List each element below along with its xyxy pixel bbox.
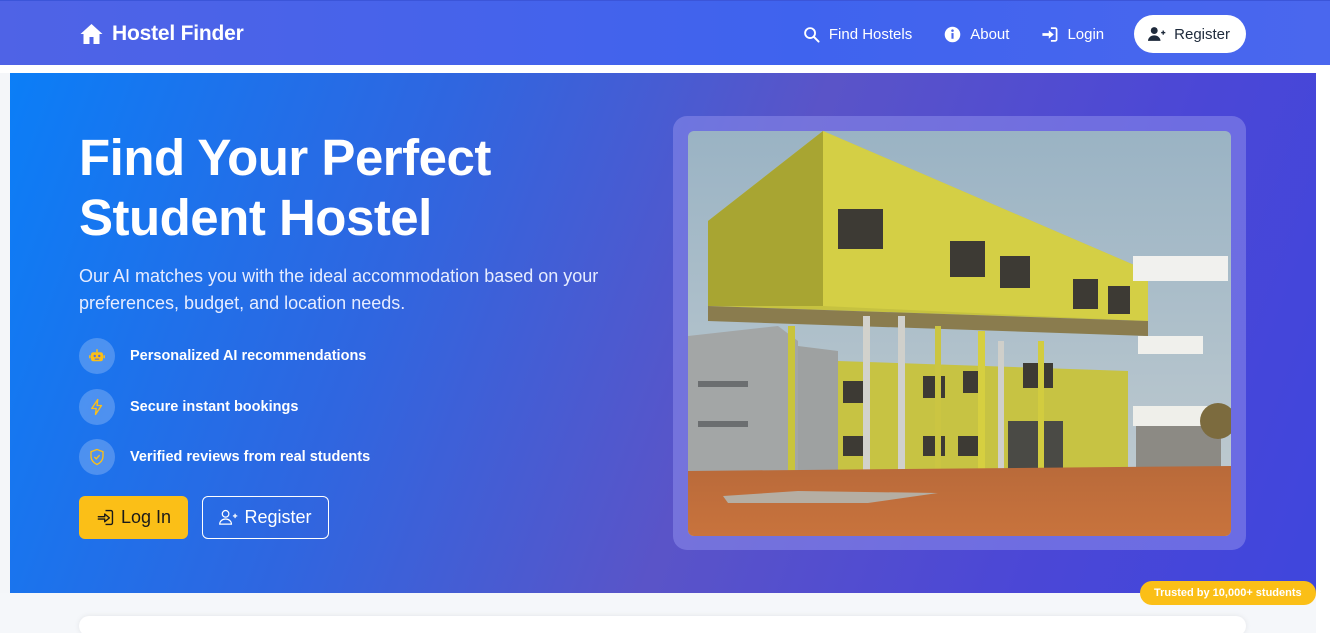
search-card bbox=[79, 616, 1246, 633]
user-plus-icon bbox=[219, 509, 238, 525]
login-button-label: Log In bbox=[120, 507, 172, 527]
nav-login-label: Login bbox=[1067, 25, 1105, 43]
feature-item: Verified reviews from real students bbox=[79, 439, 370, 475]
nav-find-hostels-label: Find Hostels bbox=[828, 25, 913, 43]
feature-label: Personalized AI recommendations bbox=[130, 348, 367, 364]
feature-label: Secure instant bookings bbox=[130, 398, 299, 415]
nav-register-label: Register bbox=[1174, 25, 1230, 43]
hero-image-card bbox=[673, 116, 1246, 550]
scrollbar[interactable] bbox=[1316, 73, 1330, 633]
navbar: Hostel Finder Find Hostels About Login R… bbox=[0, 0, 1330, 65]
feature-item: Personalized AI recommendations bbox=[79, 338, 370, 374]
hero-subtitle: Our AI matches you with the ideal accomm… bbox=[79, 266, 599, 313]
sign-in-icon bbox=[97, 509, 114, 526]
search-icon bbox=[804, 26, 820, 43]
nav-login[interactable]: Login bbox=[1041, 26, 1104, 43]
info-icon bbox=[944, 26, 961, 42]
feature-label: Verified reviews from real students bbox=[130, 449, 371, 465]
lightning-icon bbox=[79, 388, 115, 425]
nav-links: Find Hostels About Login Register bbox=[771, 15, 1246, 53]
feature-item: Secure instant bookings bbox=[79, 388, 370, 425]
nav-find-hostels[interactable]: Find Hostels bbox=[803, 26, 912, 43]
home-icon bbox=[80, 24, 103, 44]
nav-divider bbox=[0, 65, 1330, 73]
shield-check-icon bbox=[79, 439, 115, 475]
feature-list: Personalized AI recommendations Secure i… bbox=[79, 338, 370, 490]
hero-section: Find Your Perfect Student Hostel Our AI … bbox=[10, 73, 1316, 593]
nav-about-label: About bbox=[970, 25, 1010, 43]
register-button-label: Register bbox=[244, 507, 312, 527]
trust-badge: Trusted by 10,000+ students bbox=[1140, 581, 1316, 605]
user-plus-icon bbox=[1148, 27, 1166, 41]
brand-logo[interactable]: Hostel Finder bbox=[79, 19, 244, 49]
nav-about[interactable]: About bbox=[944, 26, 1009, 43]
hero-title-line1: Find Your Perfect bbox=[79, 129, 491, 186]
login-button[interactable]: Log In bbox=[79, 496, 188, 539]
register-button[interactable]: Register bbox=[202, 496, 329, 539]
hero-title-line2: Student Hostel bbox=[79, 189, 432, 246]
nav-register-button[interactable]: Register bbox=[1134, 15, 1246, 53]
brand-name: Hostel Finder bbox=[112, 22, 244, 45]
sign-in-icon bbox=[1042, 26, 1058, 42]
hostel-building-image bbox=[688, 131, 1231, 536]
hero-title: Find Your Perfect Student Hostel bbox=[79, 128, 639, 248]
robot-icon bbox=[79, 338, 115, 374]
